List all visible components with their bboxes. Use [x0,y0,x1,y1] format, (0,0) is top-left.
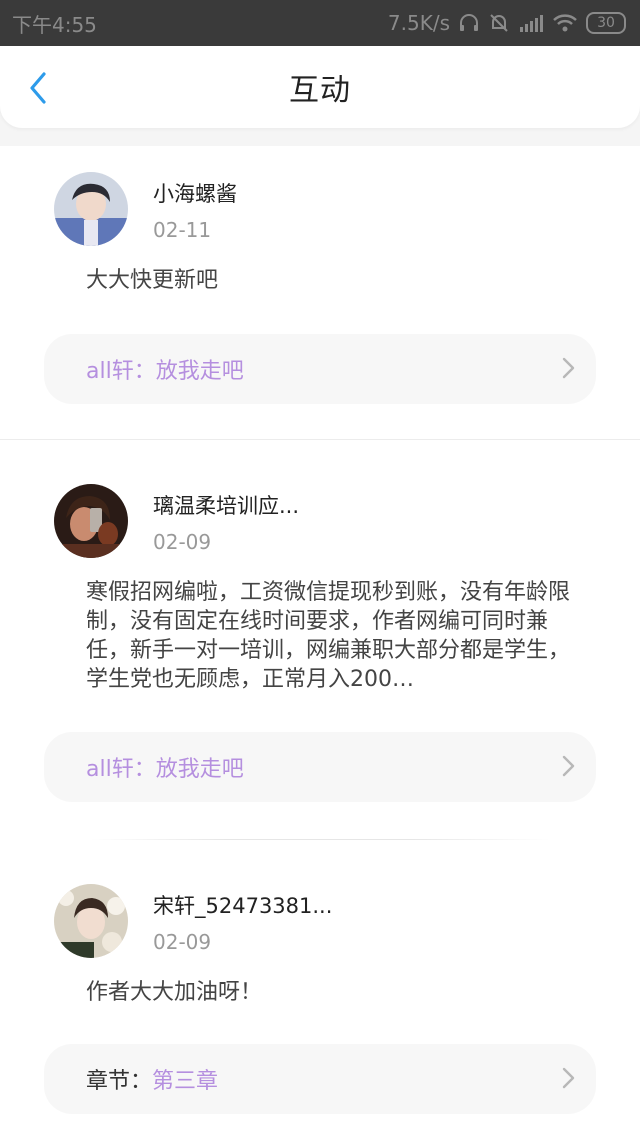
username[interactable]: 小海螺酱 [153,178,237,208]
reference-link[interactable]: all轩： 放我走吧 [44,732,596,802]
net-speed: 7.5K/s [387,11,450,35]
reference-link[interactable]: all轩： 放我走吧 [44,334,596,404]
back-arrow-icon [30,72,46,104]
avatar[interactable] [54,884,128,958]
signal-icon [518,13,544,33]
chevron-right-icon [562,1067,575,1089]
mute-bell-icon [488,12,510,34]
reference-target: 放我走吧 [155,359,244,384]
status-time: 下午4:55 [12,12,97,37]
comment-text: 寒假招网编啦，工资微信提现秒到账，没有年龄限制，没有固定在线时间要求，作者网编可… [86,580,571,692]
list-item: 璃温柔培训应... 02-09 寒假招网编啦，工资微信提现秒到账，没有年龄限制，… [0,440,640,840]
avatar[interactable] [54,484,128,558]
post-date: 02-09 [153,530,212,554]
reference-target: 第三章 [152,1069,219,1094]
post-date: 02-09 [153,930,212,954]
reference-link[interactable]: 章节： 第三章 [44,1044,596,1114]
chevron-right-icon [562,357,575,379]
interaction-list: 小海螺酱 02-11 大大快更新吧 all轩： 放我走吧 璃温柔培训应... 0… [0,146,640,1138]
username[interactable]: 璃温柔培训应... [153,490,299,520]
reference-prefix: all轩： [86,359,156,384]
status-bar: 下午4:55 7.5K/s 30 [0,0,640,46]
page-title: 互动 [289,73,351,108]
post-date: 02-11 [153,218,212,242]
headphones-icon [458,12,480,34]
battery-indicator: 30 [586,12,626,34]
header: 互动 [0,46,640,128]
list-item: 小海螺酱 02-11 大大快更新吧 all轩： 放我走吧 [0,146,640,440]
reference-prefix: all轩： [86,757,156,782]
reference-target: 放我走吧 [155,757,244,782]
username[interactable]: 宋轩_52473381... [153,890,332,920]
back-button[interactable] [20,70,56,106]
wifi-icon [552,13,578,33]
avatar[interactable] [54,172,128,246]
reference-prefix: 章节： [86,1069,153,1094]
list-item: 宋轩_52473381... 02-09 作者大大加油呀！ 章节： 第三章 [0,840,640,1138]
comment-text: 作者大大加油呀！ [86,980,263,1005]
chevron-right-icon [562,755,575,777]
status-right: 7.5K/s 30 [388,11,626,35]
comment-text: 大大快更新吧 [86,268,219,293]
